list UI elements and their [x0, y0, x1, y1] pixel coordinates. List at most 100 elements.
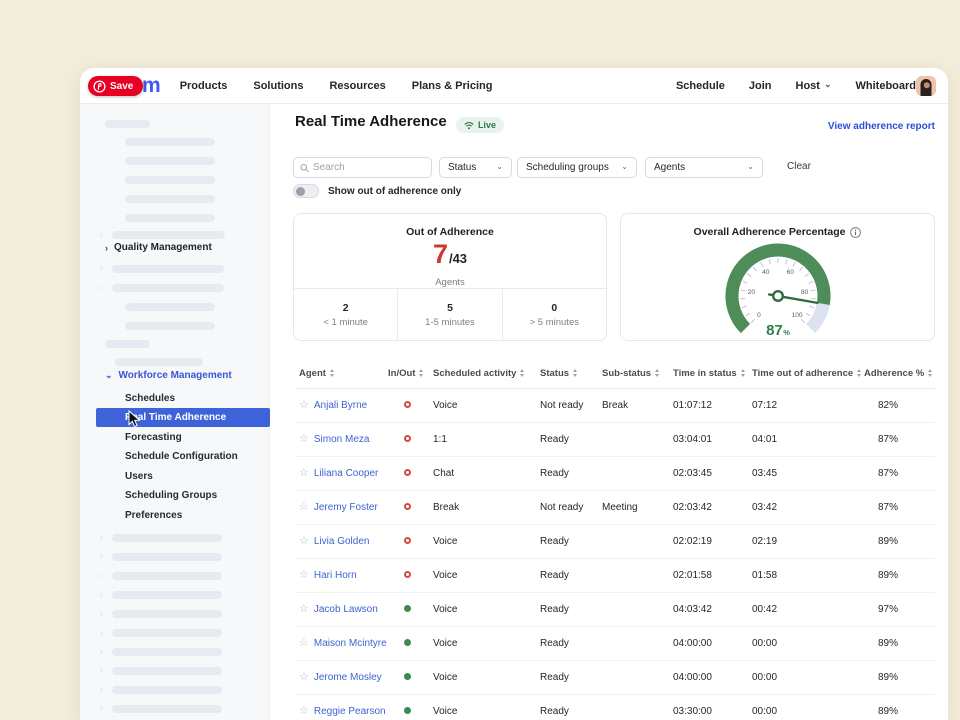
- star-icon[interactable]: ☆: [299, 604, 309, 615]
- status-cell: Ready: [540, 536, 602, 547]
- chevron-right-icon: ›: [100, 591, 103, 599]
- time-out-of-adherence-cell: 00:00: [752, 638, 864, 649]
- sidebar-section-label: Quality Management: [114, 242, 212, 253]
- star-icon[interactable]: ☆: [299, 672, 309, 683]
- sidebar-section-quality-management[interactable]: › Quality Management: [105, 242, 212, 253]
- sort-up-arrow: [520, 369, 524, 372]
- star-icon[interactable]: ☆: [299, 468, 309, 479]
- in-adherence-indicator: [404, 673, 411, 680]
- search-input[interactable]: [313, 162, 425, 173]
- sub-status-cell: Meeting: [602, 502, 673, 513]
- out-of-adherence-toggle[interactable]: [293, 184, 319, 198]
- nav-link-schedule[interactable]: Schedule: [676, 80, 725, 92]
- table-row: ☆Maison McintyreVoiceReady04:00:0000:008…: [295, 627, 935, 661]
- sidebar-item-forecasting[interactable]: Forecasting: [96, 428, 270, 447]
- chevron-right-icon: ›: [100, 610, 103, 618]
- chevron-down-icon: ⌄: [747, 163, 754, 171]
- agent-link[interactable]: Simon Meza: [314, 434, 370, 445]
- dropdown-scheduling-groups[interactable]: Scheduling groups⌄: [517, 157, 637, 178]
- star-icon[interactable]: ☆: [299, 536, 309, 547]
- star-icon[interactable]: ☆: [299, 570, 309, 581]
- column-header-label: Agent: [299, 368, 326, 379]
- dropdown-status[interactable]: Status⌄: [439, 157, 512, 178]
- agent-link[interactable]: Jeremy Foster: [314, 502, 378, 513]
- agent-link[interactable]: Reggie Pearson: [314, 706, 386, 717]
- chevron-right-icon: ›: [100, 648, 103, 656]
- clear-filters-button[interactable]: Clear: [787, 161, 811, 172]
- sort-icon[interactable]: [330, 369, 334, 377]
- time-out-of-adherence-cell: 03:42: [752, 502, 864, 513]
- agent-link[interactable]: Anjali Byrne: [314, 400, 367, 411]
- sort-up-arrow: [741, 369, 745, 372]
- column-header-adherence: Adherence %: [864, 368, 935, 379]
- column-header-sub-status: Sub-status: [602, 368, 673, 379]
- star-icon[interactable]: ☆: [299, 502, 309, 513]
- nav-link-plans-pricing[interactable]: Plans & Pricing: [412, 80, 493, 92]
- agent-cell: ☆ Jerome Mosley: [295, 672, 388, 683]
- avatar[interactable]: [916, 76, 936, 96]
- agent-link[interactable]: Jerome Mosley: [314, 672, 382, 683]
- sidebar-section-workforce-management[interactable]: ⌄ Workforce Management: [105, 370, 232, 381]
- sort-up-arrow: [857, 369, 861, 372]
- count-unit: Agents: [294, 277, 606, 288]
- top-navigation: Save m Products Solutions Resources Plans &…: [80, 68, 948, 104]
- sort-icon[interactable]: [419, 369, 423, 377]
- sort-up-arrow: [655, 369, 659, 372]
- sidebar-item-schedule-configuration[interactable]: Schedule Configuration: [96, 447, 270, 466]
- miro-logo[interactable]: m: [142, 75, 160, 96]
- sidebar-item-real-time-adherence[interactable]: Real Time Adherence: [96, 408, 270, 427]
- in-out-cell: [388, 638, 433, 649]
- search-input-wrapper: [293, 157, 432, 178]
- column-header-in-out: In/Out: [388, 368, 433, 379]
- agent-link[interactable]: Jacob Lawson: [314, 604, 378, 615]
- count-total: /43: [449, 251, 467, 266]
- sort-icon[interactable]: [928, 369, 932, 377]
- agent-link[interactable]: Maison Mcintyre: [314, 638, 387, 649]
- gauge-tick-label: 0: [757, 312, 761, 319]
- sidebar-item-users[interactable]: Users: [96, 467, 270, 486]
- star-icon[interactable]: ☆: [299, 706, 309, 717]
- nav-link-solutions[interactable]: Solutions: [253, 80, 303, 92]
- agent-cell: ☆ Anjali Byrne: [295, 400, 388, 411]
- dropdown-label: Scheduling groups: [526, 162, 609, 173]
- time-in-status-cell: 04:00:00: [673, 672, 752, 683]
- sort-icon[interactable]: [741, 369, 745, 377]
- gauge-tick: [742, 306, 747, 308]
- table-row: ☆Simon Meza1:1Ready03:04:0104:0187%: [295, 423, 935, 457]
- nav-link-join[interactable]: Join: [749, 80, 772, 92]
- dropdown-agents[interactable]: Agents ⌄: [645, 157, 763, 178]
- sort-up-arrow: [573, 369, 577, 372]
- nav-link-host[interactable]: Host⌄: [796, 80, 832, 92]
- browser-page: Save m Products Solutions Resources Plans &…: [80, 68, 948, 720]
- sort-icon[interactable]: [573, 369, 577, 377]
- sort-icon[interactable]: [857, 369, 861, 377]
- star-icon[interactable]: ☆: [299, 434, 309, 445]
- dropdown-label: Agents: [654, 162, 685, 173]
- sort-down-arrow: [857, 374, 861, 377]
- agent-link[interactable]: Hari Horn: [314, 570, 357, 581]
- column-header-scheduled-activity: Scheduled activity: [433, 368, 540, 379]
- chevron-right-icon: ›: [100, 705, 103, 713]
- out-of-adherence-indicator: [404, 435, 411, 442]
- gauge-tick: [743, 281, 748, 283]
- agent-cell: ☆ Jeremy Foster: [295, 502, 388, 513]
- agent-link[interactable]: Livia Golden: [314, 536, 370, 547]
- nav-link-products[interactable]: Products: [180, 80, 228, 92]
- sidebar-item-scheduling-groups[interactable]: Scheduling Groups: [96, 486, 270, 505]
- agent-link[interactable]: Liliana Cooper: [314, 468, 379, 479]
- sub-status-cell: Break: [602, 400, 673, 411]
- sidebar-item-preferences[interactable]: Preferences: [96, 506, 270, 525]
- star-icon[interactable]: ☆: [299, 638, 309, 649]
- skeleton-bar: [125, 303, 215, 311]
- view-adherence-report-link[interactable]: View adherence report: [828, 121, 935, 132]
- sidebar-item-schedules[interactable]: Schedules: [96, 389, 270, 408]
- activity-cell: Voice: [433, 638, 540, 649]
- pinterest-save-button[interactable]: Save: [88, 76, 143, 96]
- star-icon[interactable]: ☆: [299, 400, 309, 411]
- info-icon[interactable]: [850, 227, 861, 238]
- sort-icon[interactable]: [655, 369, 659, 377]
- nav-link-whiteboard[interactable]: Whiteboard: [856, 80, 917, 92]
- column-header-status: Status: [540, 368, 602, 379]
- nav-link-resources[interactable]: Resources: [329, 80, 385, 92]
- sort-icon[interactable]: [520, 369, 524, 377]
